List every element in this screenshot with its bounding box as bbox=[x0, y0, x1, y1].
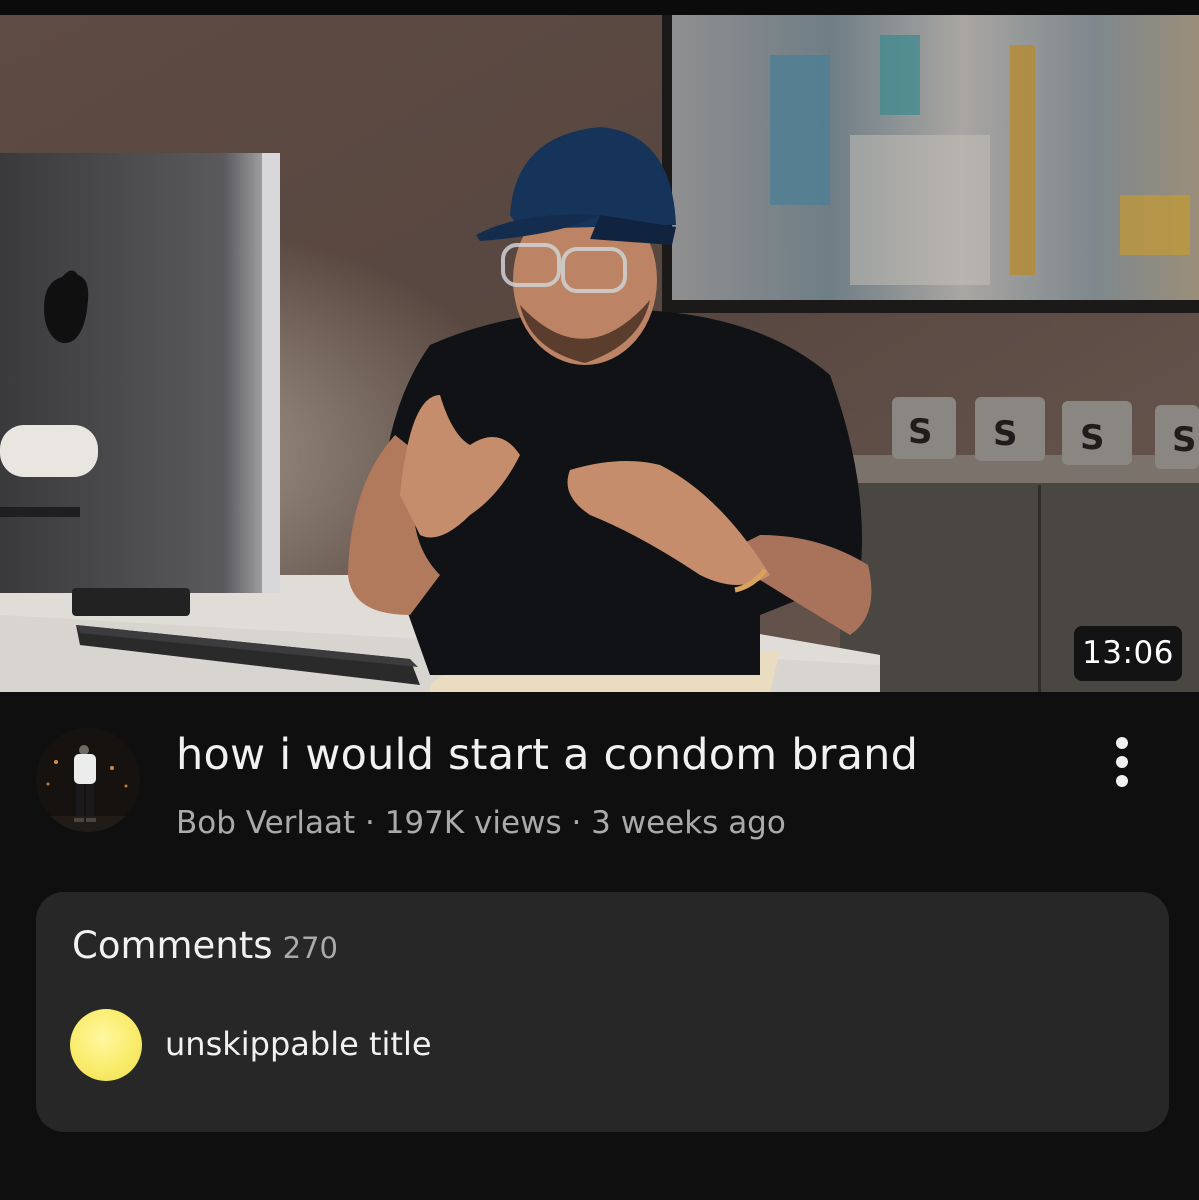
more-dot bbox=[1116, 756, 1128, 768]
more-dot bbox=[1116, 775, 1128, 787]
top-comment-text: unskippable title bbox=[165, 1025, 432, 1063]
duration-badge: 13:06 bbox=[1074, 626, 1182, 681]
video-thumbnail[interactable]: S S S S 13:06 bbox=[0, 15, 1199, 692]
svg-text:S: S bbox=[1080, 418, 1105, 458]
commenter-avatar bbox=[70, 1009, 142, 1081]
more-vert-icon[interactable] bbox=[1100, 732, 1144, 792]
comments-title: Comments bbox=[72, 924, 273, 967]
svg-text:S: S bbox=[908, 412, 933, 452]
thumbnail-scene: S S S S bbox=[0, 15, 1199, 692]
channel-avatar-image bbox=[36, 728, 140, 832]
video-info: how i would start a condom brand Bob Ver… bbox=[0, 692, 1199, 872]
svg-text:S: S bbox=[1172, 420, 1197, 460]
top-strip bbox=[0, 0, 1199, 15]
video-meta: Bob Verlaat · 197K views · 3 weeks ago bbox=[176, 805, 786, 841]
comments-count: 270 bbox=[282, 931, 338, 965]
video-title[interactable]: how i would start a condom brand bbox=[176, 730, 918, 780]
comments-header: Comments 270 bbox=[72, 924, 338, 967]
channel-avatar[interactable] bbox=[36, 728, 140, 832]
comments-panel[interactable]: Comments 270 unskippable title bbox=[36, 892, 1169, 1132]
more-dot bbox=[1116, 737, 1128, 749]
svg-text:S: S bbox=[993, 414, 1018, 454]
